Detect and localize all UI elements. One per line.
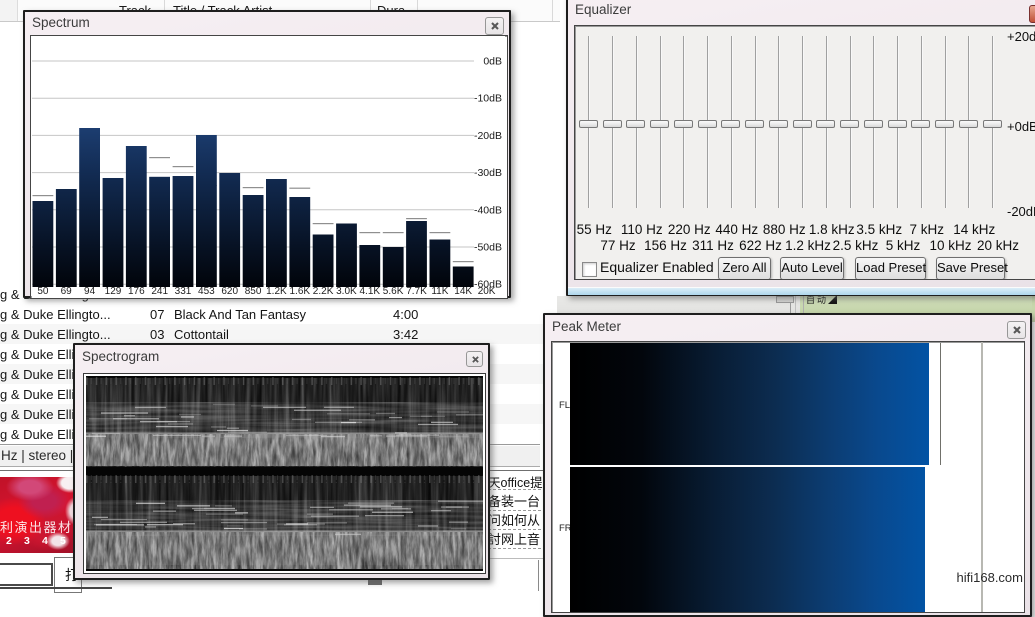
svg-text:1.6K: 1.6K [290, 286, 311, 296]
svg-text:14K: 14K [454, 286, 472, 296]
svg-text:50: 50 [37, 286, 49, 296]
svg-text:-40dB: -40dB [474, 204, 502, 216]
svg-text:94: 94 [84, 286, 96, 296]
svg-text:7.7K: 7.7K [406, 286, 427, 296]
svg-text:1.2K: 1.2K [266, 286, 287, 296]
svg-text:331: 331 [175, 286, 192, 296]
svg-text:4.1K: 4.1K [360, 286, 381, 296]
svg-text:850: 850 [245, 286, 262, 296]
svg-text:-50dB: -50dB [474, 242, 502, 254]
svg-text:-30dB: -30dB [474, 167, 502, 179]
svg-text:-10dB: -10dB [474, 93, 502, 105]
svg-text:-20dB: -20dB [474, 130, 502, 142]
svg-text:129: 129 [105, 286, 122, 296]
svg-text:20K: 20K [478, 286, 496, 296]
svg-text:241: 241 [151, 286, 168, 296]
svg-text:69: 69 [61, 286, 73, 296]
svg-text:11K: 11K [431, 286, 448, 296]
svg-text:2.2K: 2.2K [313, 286, 334, 296]
svg-text:5.6K: 5.6K [383, 286, 404, 296]
svg-text:3.0K: 3.0K [336, 286, 357, 296]
svg-text:453: 453 [198, 286, 215, 296]
svg-text:620: 620 [221, 286, 238, 296]
svg-text:176: 176 [128, 286, 145, 296]
svg-text:0dB: 0dB [483, 56, 502, 68]
